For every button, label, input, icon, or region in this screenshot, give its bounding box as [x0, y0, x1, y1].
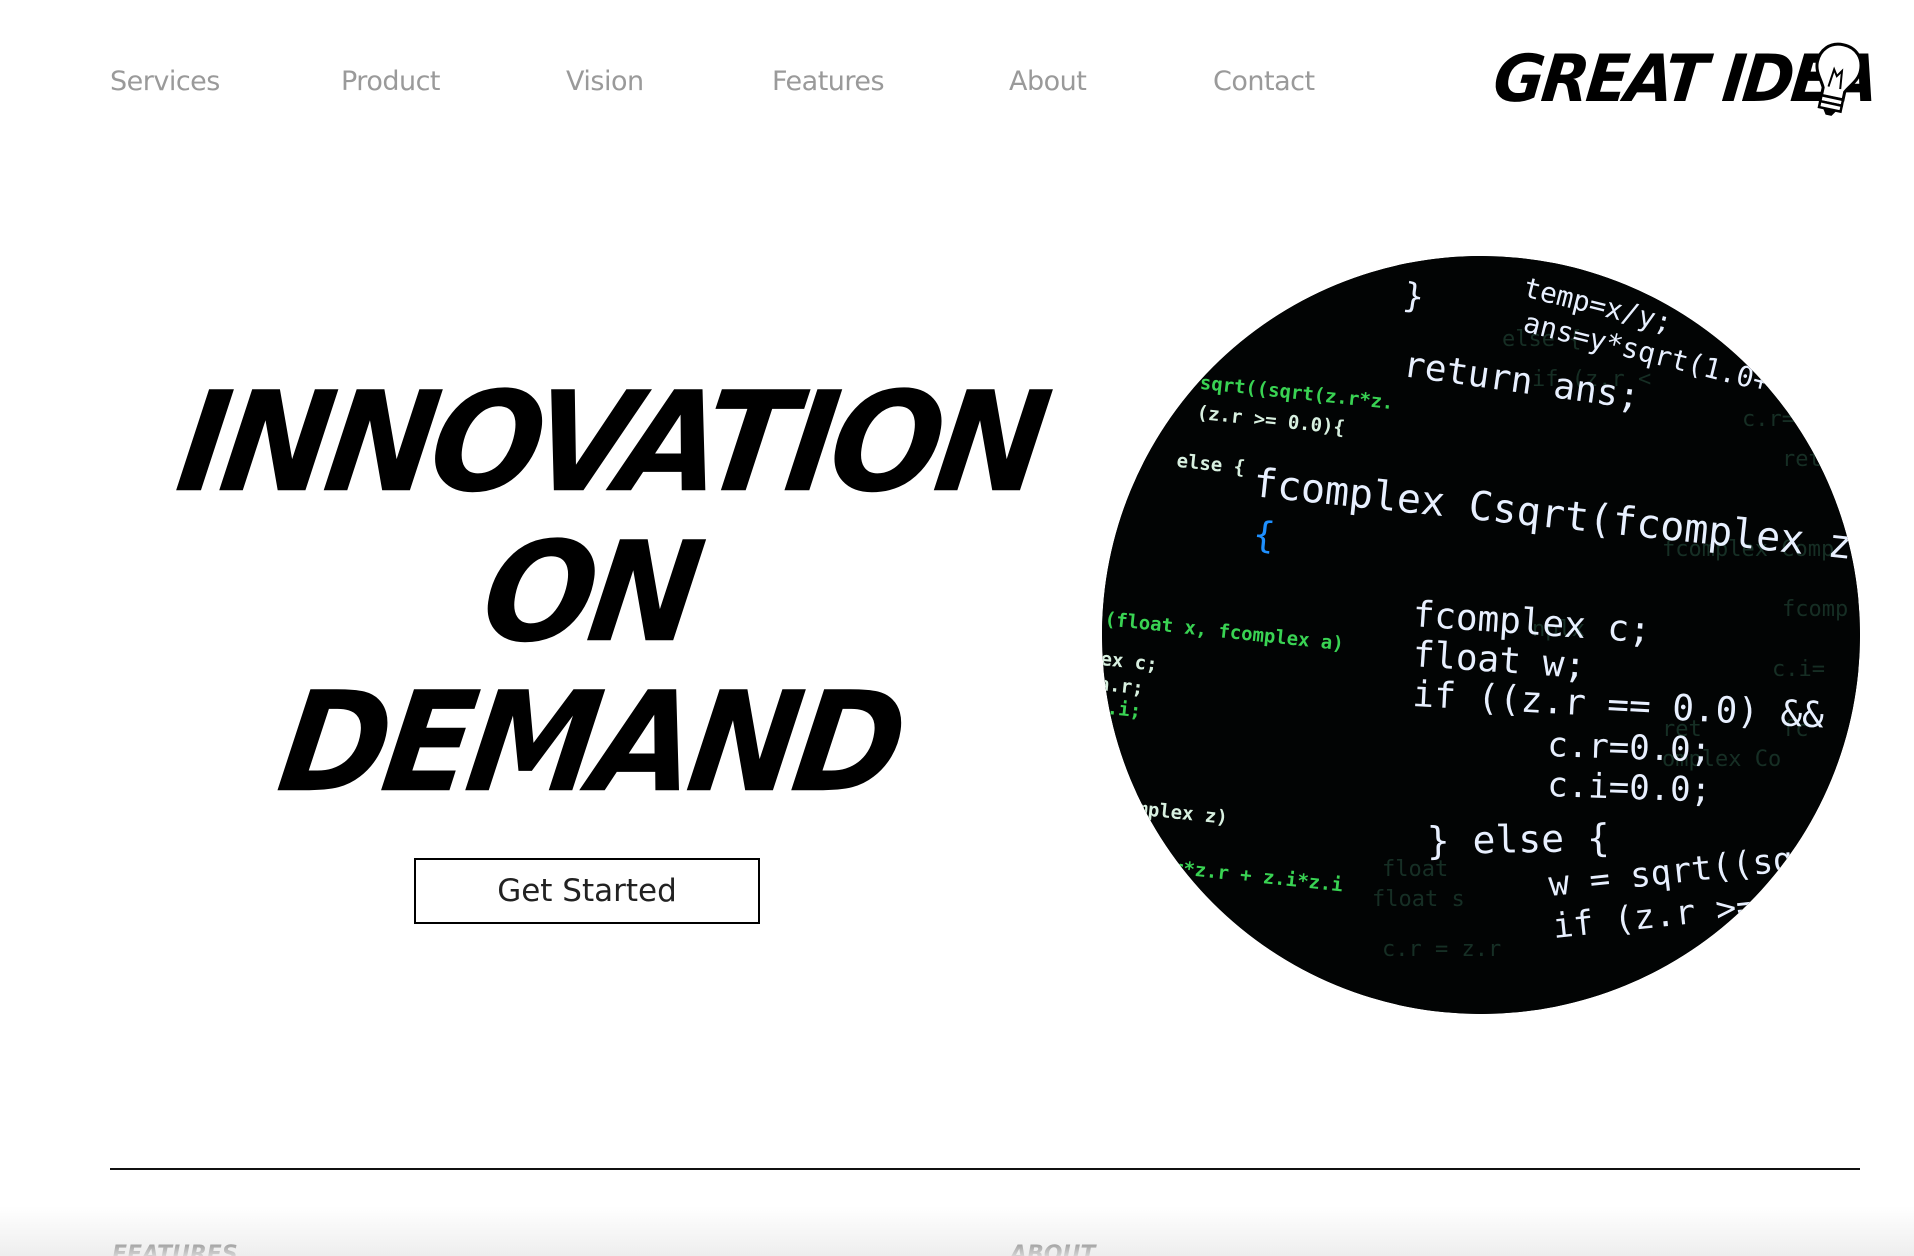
side-code-line: a.i; [1102, 696, 1142, 723]
lightbulb-icon [1815, 42, 1862, 116]
code-line: } else { [1426, 816, 1610, 863]
nav-item-features[interactable]: Features [772, 60, 885, 104]
section-divider [110, 1168, 1860, 1170]
side-code-line: a.r; [1102, 673, 1145, 700]
code-line: c.i=0.0; [1547, 765, 1712, 811]
main-nav: Services Product Vision Features About C… [110, 60, 1350, 104]
nav-item-services[interactable]: Services [110, 60, 220, 104]
code-screen-graphic: else {if (z.r <fcomplex Compc.r=retufcom… [1102, 256, 1860, 1014]
headline-line: INNOVATION [168, 362, 1054, 524]
logo[interactable]: GREAT IDEA [1490, 40, 1880, 120]
nav-item-about[interactable]: About [1009, 60, 1087, 104]
landing-page: Services Product Vision Features About C… [0, 0, 1914, 1256]
hero-code-image: else {if (z.r < fcomplex Comp c.r= retu fcom… [1102, 256, 1860, 1014]
headline-line: ON [473, 512, 707, 674]
background-code-line: c.r= [1742, 407, 1795, 432]
code-line: { [1251, 514, 1277, 557]
nav-item-product[interactable]: Product [341, 60, 441, 104]
footer-heading-about: ABOUT [1010, 1242, 1096, 1256]
hero-headline: INNOVATION ON DEMAND [169, 362, 1054, 824]
background-code-line: c.i= [1772, 657, 1825, 682]
nav-item-vision[interactable]: Vision [566, 60, 644, 104]
code-line: c.r=0.0; [1547, 725, 1712, 771]
background-code-line: fcomp [1782, 597, 1848, 622]
get-started-button[interactable]: Get Started [414, 858, 760, 924]
background-code-line: float s [1372, 887, 1465, 912]
footer-heading-features: FEATURES [112, 1242, 238, 1256]
background-code-line: retu [1782, 447, 1835, 472]
side-code-line: c; [1102, 718, 1117, 742]
background-code-line: c.r = z.r [1382, 937, 1501, 962]
headline-line: DEMAND [269, 662, 911, 824]
nav-item-contact[interactable]: Contact [1213, 60, 1315, 104]
bottom-fade [0, 1206, 1914, 1256]
